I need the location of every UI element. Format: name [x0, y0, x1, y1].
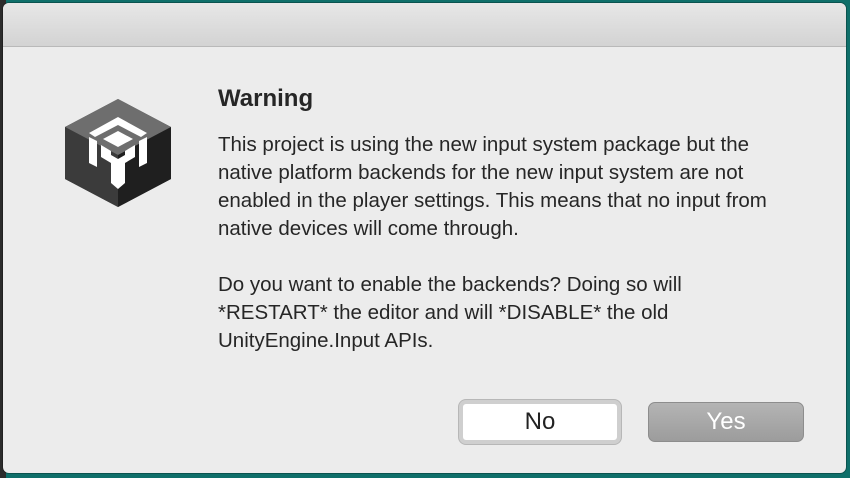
no-button[interactable]: No [459, 400, 621, 444]
dialog-title: Warning [218, 85, 314, 112]
message-paragraph: This project is using the new input syst… [218, 133, 767, 240]
unity-logo-icon [65, 99, 171, 207]
message-paragraph: Do you want to enable the backends? Doin… [218, 273, 682, 352]
dialog-message: This project is using the new input syst… [218, 131, 778, 355]
dialog-titlebar[interactable] [3, 3, 846, 47]
yes-button[interactable]: Yes [648, 402, 804, 442]
warning-dialog: Warning This project is using the new in… [3, 3, 846, 473]
